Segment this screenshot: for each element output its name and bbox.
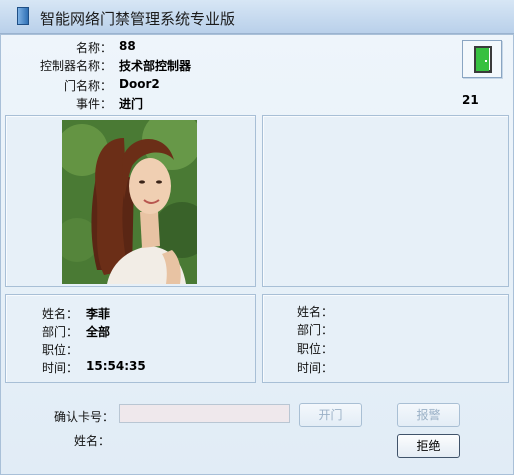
event-value: 进门 xyxy=(119,97,144,111)
person-dept-value: 全部 xyxy=(86,325,111,339)
alarm-button[interactable]: 报警 xyxy=(397,403,460,427)
record-name-label: 名称： xyxy=(75,41,112,55)
title-bar: 智能网络门禁管理系统专业版 xyxy=(0,0,514,34)
photo-panel-right xyxy=(262,115,509,287)
record-name-value: 88 xyxy=(119,39,136,53)
door-name-label: 门名称： xyxy=(63,79,112,93)
person-photo xyxy=(62,120,197,284)
confirm-card-input[interactable] xyxy=(119,404,290,423)
person-time-value: 15:54:35 xyxy=(86,359,146,373)
second-person-position-label: 职位： xyxy=(296,342,333,356)
door-open-icon[interactable] xyxy=(462,40,502,78)
event-label: 事件： xyxy=(75,97,112,111)
window-title: 智能网络门禁管理系统专业版 xyxy=(40,10,236,28)
person-name-label: 姓名： xyxy=(41,307,78,321)
event-count: 21 xyxy=(462,93,479,107)
app-door-icon xyxy=(17,7,29,25)
second-person-time-label: 时间： xyxy=(296,361,333,375)
reject-button[interactable]: 拒绝 xyxy=(397,434,460,458)
person-time-label: 时间： xyxy=(41,361,78,375)
open-door-button[interactable]: 开门 xyxy=(299,403,362,427)
controller-name-label: 控制器名称： xyxy=(39,59,112,73)
person-name-value: 李菲 xyxy=(86,307,111,321)
person-position-label: 职位： xyxy=(41,343,78,357)
door-name-value: Door2 xyxy=(119,77,160,91)
door-knob xyxy=(485,60,487,62)
second-person-name-label: 姓名： xyxy=(296,305,333,319)
second-person-dept-label: 部门： xyxy=(296,323,333,337)
person-dept-label: 部门： xyxy=(41,325,78,339)
controller-name-value: 技术部控制器 xyxy=(119,59,192,73)
portrait-image xyxy=(62,120,197,284)
confirm-name-label: 姓名： xyxy=(73,434,110,448)
confirm-card-label: 确认卡号： xyxy=(53,410,114,424)
door-leaf xyxy=(476,48,489,71)
